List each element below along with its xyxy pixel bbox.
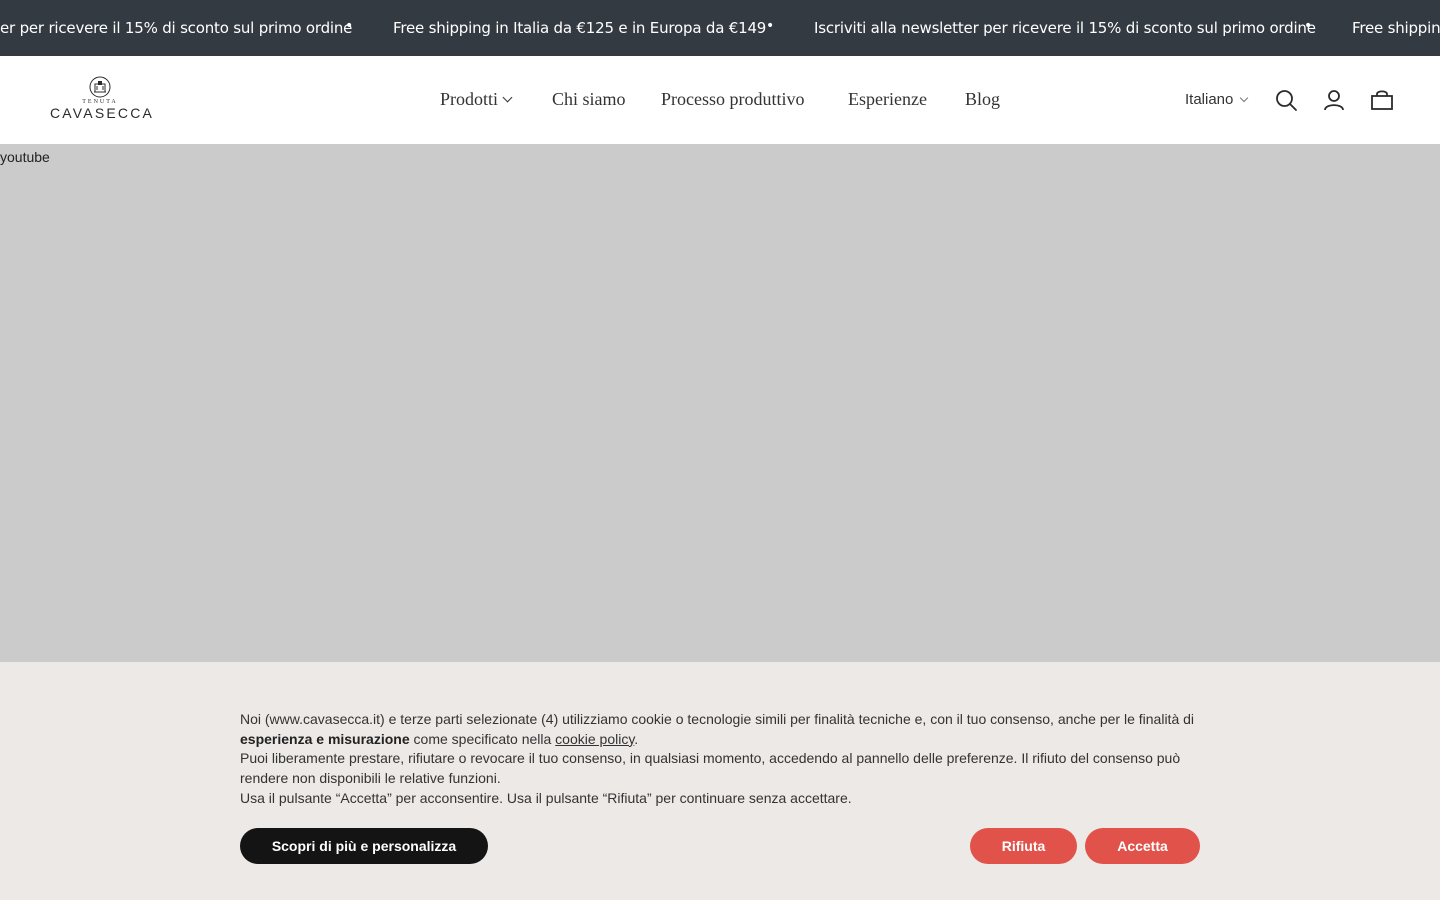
announcement-message: er per ricevere il 15% di sconto sul pri… [0,19,353,37]
site-header: TENUTA CAVASECCA Prodotti Chi siamo Proc… [0,56,1440,144]
chevron-down-icon [502,92,513,103]
announcement-separator: • [1304,18,1313,34]
nav-item-blog[interactable]: Blog [965,89,1000,110]
announcement-message: Free shipping in Italia da €125 e in Eur… [393,19,767,37]
announcement-message: Free shipping [1352,19,1440,37]
cookie-text-intro: Noi (www.cavasecca.it) e terze parti sel… [240,711,1195,727]
customize-button[interactable]: Scopri di più e personalizza [240,828,488,864]
site-logo[interactable]: TENUTA CAVASECCA [50,76,155,126]
nav-item-prodotti[interactable]: Prodotti [440,89,513,110]
cookie-policy-link[interactable]: cookie policy [555,731,634,747]
nav-item-esperienze[interactable]: Esperienze [848,89,927,110]
castle-emblem-icon [89,76,111,98]
language-label: Italiano [1185,91,1234,108]
reject-button[interactable]: Rifiuta [970,828,1077,864]
cookie-text-end: . [634,730,639,747]
cookie-text: Noi (www.cavasecca.it) e terze parti sel… [240,710,1200,809]
account-icon[interactable] [1322,88,1346,112]
chevron-down-icon [1240,93,1249,103]
nav-item-chi-siamo[interactable]: Chi siamo [552,89,626,110]
announcement-message: Iscriviti alla newsletter per ricevere i… [814,19,1316,37]
cookie-text-bold: esperienza e misurazione [240,730,410,747]
announcement-separator: • [345,18,354,34]
cookie-text-consent: Puoi liberamente prestare, rifiutare o r… [240,750,1181,787]
cart-icon[interactable] [1370,88,1394,112]
announcement-separator: • [766,18,775,34]
cookie-banner: Noi (www.cavasecca.it) e terze parti sel… [0,662,1440,900]
search-icon[interactable] [1274,88,1298,112]
logo-name: CAVASECCA [50,105,155,121]
video-placeholder-label: youtube [0,149,50,165]
nav-item-processo-produttivo[interactable]: Processo produttivo [661,89,805,110]
video-embed-placeholder[interactable]: youtube [0,144,1440,662]
cookie-text-mid: come specificato nella [409,730,556,747]
announcement-bar: er per ricevere il 15% di sconto sul pri… [0,0,1440,56]
cookie-text-instructions: Usa il pulsante “Accetta” per acconsenti… [240,789,852,806]
nav-item-label: Prodotti [440,89,499,109]
language-selector[interactable]: Italiano [1185,91,1249,108]
accept-button[interactable]: Accetta [1085,828,1200,864]
